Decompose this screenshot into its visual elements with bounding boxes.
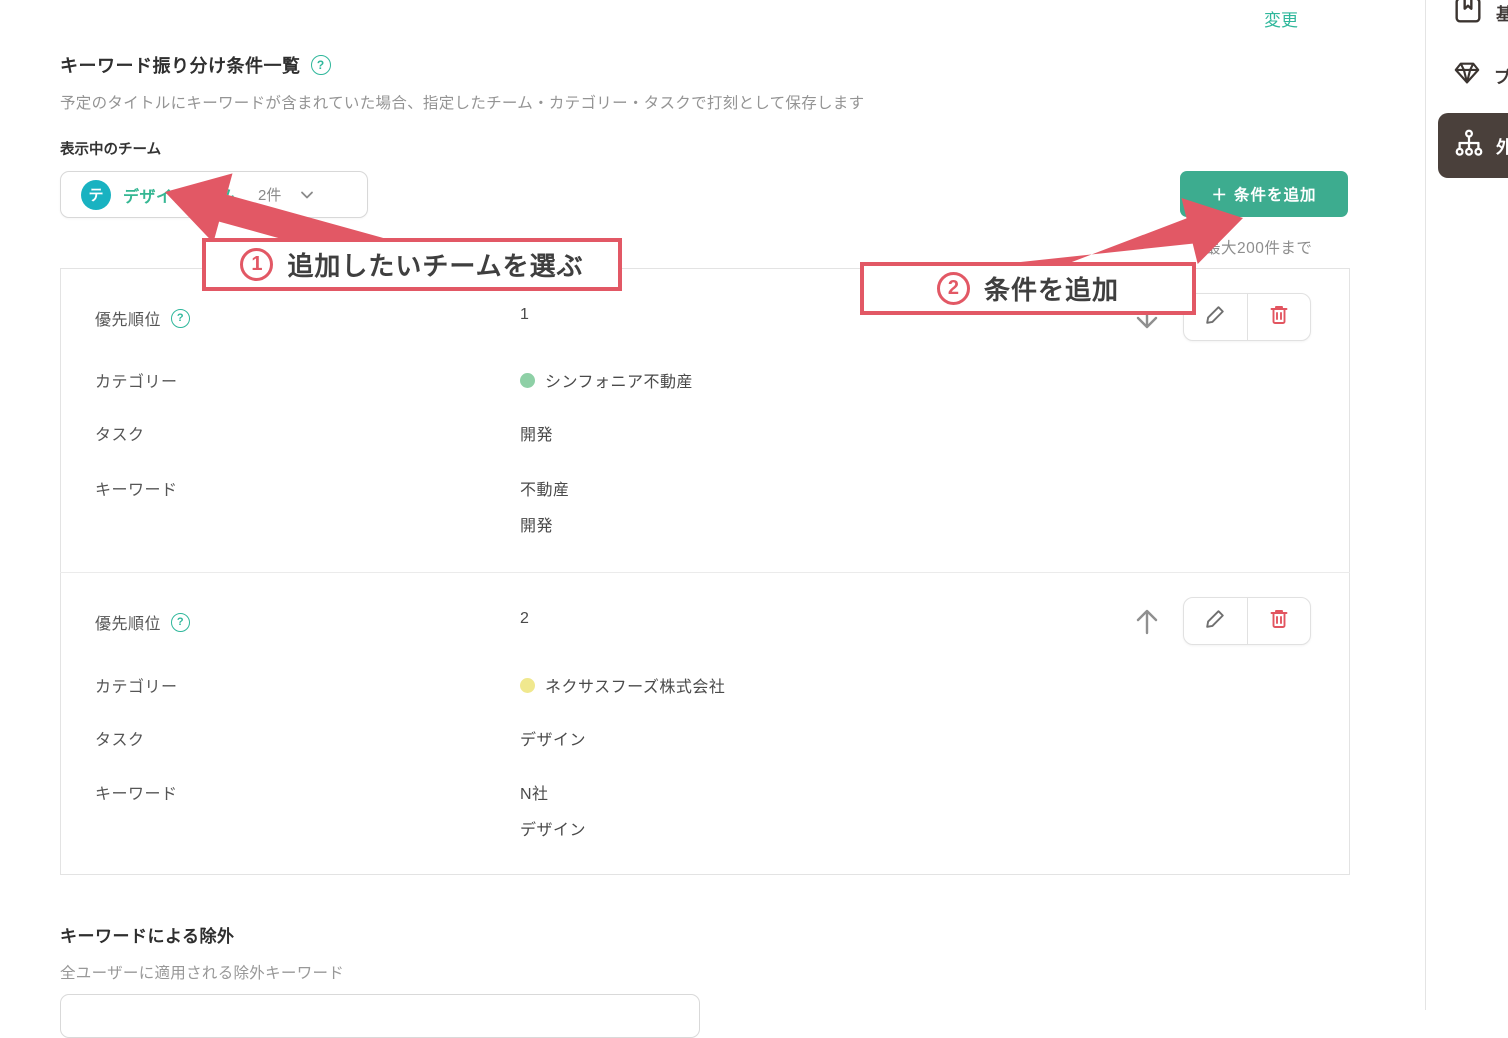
add-condition-label: 条件を追加 [1234,183,1317,205]
step2-number-badge: 2 [937,272,970,305]
sidebar-item-label: 基 [1496,0,1508,25]
sidebar-item-1[interactable]: 基 [1452,0,1508,32]
priority-label: 優先順位 ? [95,610,190,634]
page-header: キーワード振り分け条件一覧 ? [60,52,331,78]
sidebar-item-label: プ [1494,63,1508,88]
keyword-value-line2: 開発 [520,512,553,536]
step1-label: 追加したいチームを選ぶ [287,246,583,283]
annotation-step2: 2 条件を追加 [860,262,1196,315]
row-actions [1183,293,1311,341]
priority-value: 1 [520,306,529,324]
row-actions [1183,597,1311,645]
priority-label: 優先順位 ? [95,306,190,330]
page-title: キーワード振り分け条件一覧 [60,52,301,78]
task-label: タスク [95,726,145,750]
exclusion-heading: キーワードによる除外 [60,922,235,947]
priority-help-icon[interactable]: ? [171,613,190,632]
team-name: デザインチーム [123,183,238,207]
keyword-value-line2: デザイン [520,816,586,840]
sidebar-divider [1425,0,1426,1010]
keyword-label: キーワード [95,476,178,500]
category-color-dot [520,373,535,388]
pencil-icon [1204,304,1226,331]
sidebar-item-2[interactable]: プ [1452,58,1508,93]
keyword-value-line1: 不動産 [520,476,570,500]
move-up-button[interactable] [1130,603,1164,639]
team-avatar: テ [81,180,111,210]
priority-label-text: 優先順位 [95,610,161,634]
plus-icon: ＋ [1211,183,1228,205]
add-condition-button[interactable]: ＋ 条件を追加 [1180,171,1348,217]
max-count-note: 最大200件まで [1205,236,1312,258]
bookmark-box-icon [1452,0,1484,32]
category-value: シンフォニア不動産 [520,368,693,392]
priority-label-text: 優先順位 [95,306,161,330]
edit-button[interactable] [1184,598,1247,644]
category-name: ネクサスフーズ株式会社 [545,673,725,697]
change-link[interactable]: 変更 [1264,6,1298,31]
exclusion-sub-label: 全ユーザーに適用される除外キーワード [60,961,344,983]
help-icon[interactable]: ? [311,55,331,75]
keyword-label: キーワード [95,780,178,804]
sitemap-icon [1454,128,1484,163]
task-value: 開発 [520,421,553,445]
delete-button[interactable] [1247,598,1311,644]
exclusion-keyword-input[interactable] [60,994,700,1038]
step2-label: 条件を追加 [984,270,1119,307]
keyword-value-line1: N社 [520,780,549,804]
chevron-down-icon [299,187,315,203]
team-filter-label: 表示中のチーム [60,138,161,159]
category-label: カテゴリー [95,673,178,697]
annotation-step1: 1 追加したいチームを選ぶ [202,238,622,291]
delete-button[interactable] [1247,294,1311,340]
team-count: 2件 [258,184,281,205]
trash-icon [1268,608,1290,635]
category-color-dot [520,678,535,693]
task-value: デザイン [520,726,586,750]
priority-value: 2 [520,610,529,628]
task-label: タスク [95,421,145,445]
category-name: シンフォニア不動産 [545,368,693,392]
sidebar-item-label: 外 [1496,133,1508,158]
row-divider [60,572,1350,573]
page-description: 予定のタイトルにキーワードが含まれていた場合、指定したチーム・カテゴリー・タスク… [60,91,864,113]
pencil-icon [1204,608,1226,635]
category-label: カテゴリー [95,368,178,392]
diamond-icon [1452,58,1482,93]
priority-help-icon[interactable]: ? [171,309,190,328]
team-dropdown[interactable]: テ デザインチーム 2件 [60,171,368,218]
category-value: ネクサスフーズ株式会社 [520,673,725,697]
step1-number-badge: 1 [240,248,273,281]
sidebar-item-3-active[interactable]: 外 [1438,113,1508,178]
trash-icon [1268,304,1290,331]
